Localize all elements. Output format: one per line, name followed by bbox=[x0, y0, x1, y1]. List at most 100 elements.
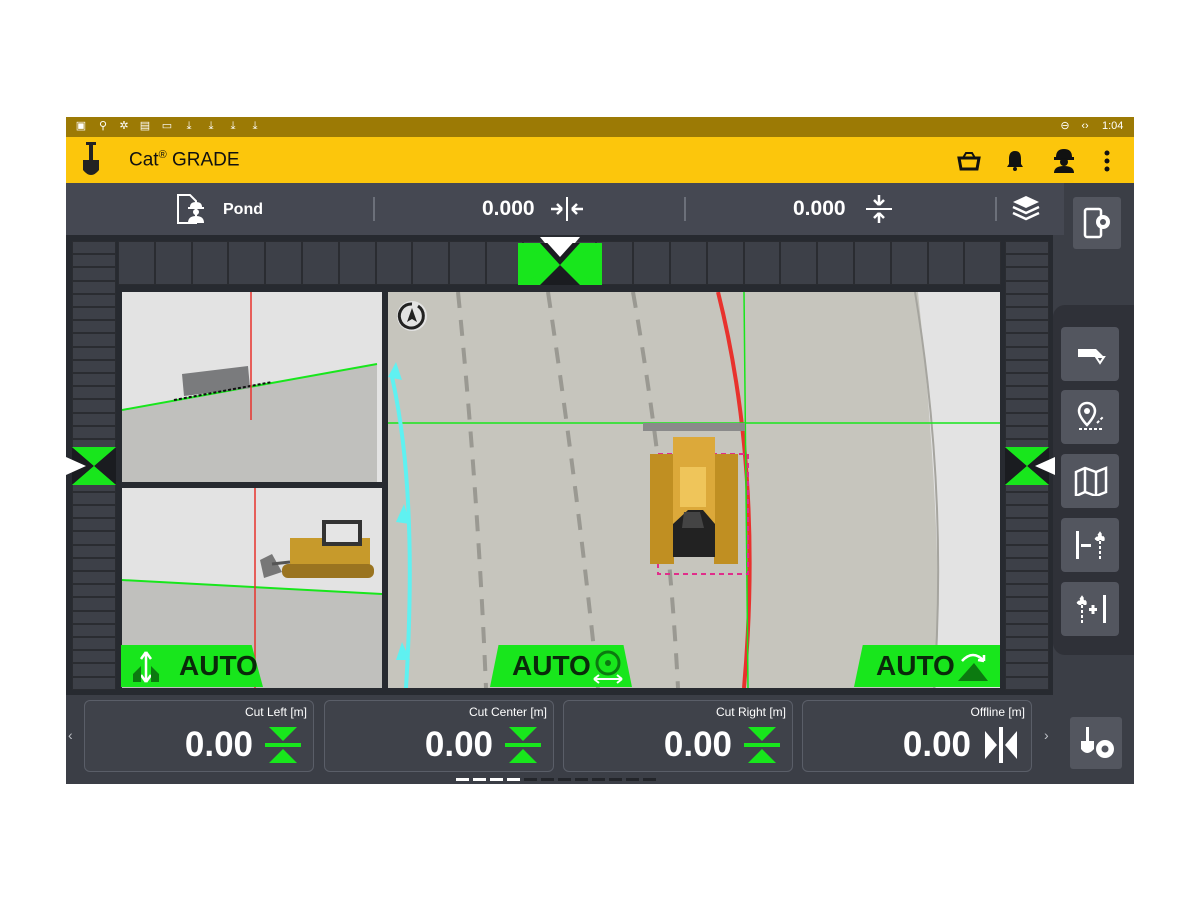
shovel-notification-icon: ⚲ bbox=[98, 120, 108, 132]
grade-tick bbox=[72, 663, 116, 677]
grade-tick bbox=[72, 399, 116, 413]
blade-tilt-auto-button[interactable]: AUTO bbox=[854, 645, 1000, 687]
grade-tick bbox=[1005, 650, 1049, 664]
page-dot bbox=[575, 778, 588, 781]
grade-tick bbox=[927, 241, 965, 285]
page-indicator bbox=[456, 778, 666, 781]
measurement-card[interactable]: Offline [m] 0.00 bbox=[802, 700, 1032, 772]
main-fall-icon bbox=[866, 195, 892, 223]
basket-icon[interactable] bbox=[957, 151, 981, 171]
map-button[interactable] bbox=[1061, 454, 1119, 508]
grade-tick bbox=[72, 676, 116, 690]
layers-icon[interactable] bbox=[1011, 194, 1041, 222]
page-dot bbox=[490, 778, 503, 781]
grade-tick bbox=[191, 241, 229, 285]
design-info-bar: Pond 0.000 0.000 bbox=[66, 183, 1064, 235]
design-name: Pond bbox=[223, 201, 263, 218]
app-title: Cat® GRADE bbox=[129, 149, 240, 171]
settings-notification-icon: ✲ bbox=[119, 120, 129, 132]
cat-grade-logo-icon[interactable] bbox=[78, 140, 104, 180]
download-icon: ⤓ bbox=[186, 120, 192, 132]
cut-fill-icon bbox=[744, 727, 780, 763]
measurement-card[interactable]: Cut Right [m] 0.00 bbox=[563, 700, 793, 772]
page-dot bbox=[456, 778, 469, 781]
card-value: 0.00 bbox=[184, 725, 253, 764]
page-dot bbox=[626, 778, 639, 781]
grade-tick bbox=[154, 241, 192, 285]
cross-slope-icon bbox=[551, 197, 583, 221]
steering-auto-button[interactable]: AUTO bbox=[490, 645, 632, 687]
grade-tick bbox=[1005, 531, 1049, 545]
dnd-icon: ⊖ bbox=[1060, 120, 1070, 132]
grade-tick bbox=[72, 280, 116, 294]
blade-lift-auto-button[interactable]: AUTO bbox=[121, 645, 263, 687]
measurement-card[interactable]: Cut Left [m] 0.00 bbox=[84, 700, 314, 772]
grade-tick bbox=[1005, 359, 1049, 373]
grade-tick bbox=[1005, 333, 1049, 347]
app-bar: Cat® GRADE bbox=[66, 137, 1134, 183]
grade-tick bbox=[72, 425, 116, 439]
grade-tick bbox=[1005, 505, 1049, 519]
machine-settings-button[interactable] bbox=[1073, 197, 1121, 249]
more-vert-icon[interactable] bbox=[1103, 150, 1111, 172]
next-page-chevron-icon[interactable]: › bbox=[1044, 727, 1049, 743]
grade-tick bbox=[1005, 544, 1049, 558]
grade-tick bbox=[670, 241, 707, 285]
card-label: Cut Center [m] bbox=[468, 705, 547, 719]
grade-tick bbox=[1005, 346, 1049, 360]
auto-label: AUTO bbox=[179, 650, 258, 681]
grade-tick bbox=[72, 293, 116, 307]
grade-tick bbox=[633, 241, 670, 285]
grade-tick bbox=[72, 531, 116, 545]
grade-tick bbox=[1005, 267, 1049, 281]
prev-page-chevron-icon[interactable]: ‹ bbox=[68, 727, 73, 743]
grade-tick bbox=[302, 241, 339, 285]
grade-tick bbox=[1005, 663, 1049, 677]
grade-tick bbox=[1005, 373, 1049, 387]
page-dot bbox=[609, 778, 622, 781]
grade-tick bbox=[1005, 254, 1049, 268]
offset-left-icon bbox=[1076, 531, 1107, 559]
page-dot bbox=[524, 778, 537, 781]
grade-tick bbox=[412, 241, 450, 285]
grade-tick bbox=[1005, 637, 1049, 651]
grade-tick bbox=[72, 359, 116, 373]
bell-icon[interactable] bbox=[1005, 149, 1025, 171]
tablet-screen: ▣ ⚲ ✲ ▤ ▭ ⤓ ⤓ ⤓ ⤓ ⊖ ‹› 1:04 Cat® GRADE P… bbox=[66, 117, 1134, 784]
plan-view bbox=[388, 292, 1000, 688]
grade-tick bbox=[72, 412, 116, 426]
compass-button[interactable] bbox=[407, 309, 447, 349]
blade-view-icon bbox=[1078, 349, 1106, 365]
grade-tick bbox=[1005, 320, 1049, 334]
grade-tick bbox=[1005, 623, 1049, 637]
image-notification-icon: ▣ bbox=[75, 120, 87, 132]
status-bar: ▣ ⚲ ✲ ▤ ▭ ⤓ ⤓ ⤓ ⤓ ⊖ ‹› 1:04 bbox=[66, 117, 1134, 137]
download-icon: ⤓ bbox=[230, 120, 236, 132]
measurement-card[interactable]: Cut Center [m] 0.00 bbox=[324, 700, 554, 772]
right-on-grade-marker bbox=[1005, 447, 1055, 485]
divider bbox=[684, 197, 686, 221]
grade-tick bbox=[1005, 491, 1049, 505]
card-label: Cut Left [m] bbox=[244, 705, 307, 719]
offset-right-button[interactable] bbox=[1061, 582, 1119, 636]
grade-tick bbox=[72, 491, 116, 505]
auto-label: AUTO bbox=[512, 650, 591, 681]
center-on-grade-marker bbox=[518, 237, 602, 285]
page-dot bbox=[507, 778, 520, 781]
offset-left-button[interactable] bbox=[1061, 518, 1119, 572]
grade-tick bbox=[1005, 518, 1049, 532]
location-button[interactable] bbox=[1061, 390, 1119, 444]
tool-settings-button[interactable] bbox=[1070, 717, 1122, 769]
card-value: 0.00 bbox=[424, 725, 493, 764]
grade-tick bbox=[118, 241, 155, 285]
clock: 1:04 bbox=[1102, 120, 1124, 132]
design-file-icon[interactable] bbox=[176, 193, 206, 225]
blade-view-button[interactable] bbox=[1061, 327, 1119, 381]
blade-tilt-icon bbox=[958, 653, 988, 681]
data-transfer-icon: ‹› bbox=[1081, 120, 1089, 132]
operator-icon[interactable] bbox=[1051, 147, 1077, 173]
grade-tick bbox=[265, 241, 302, 285]
divider bbox=[995, 197, 997, 221]
grade-tick bbox=[72, 637, 116, 651]
grade-tick bbox=[72, 333, 116, 347]
